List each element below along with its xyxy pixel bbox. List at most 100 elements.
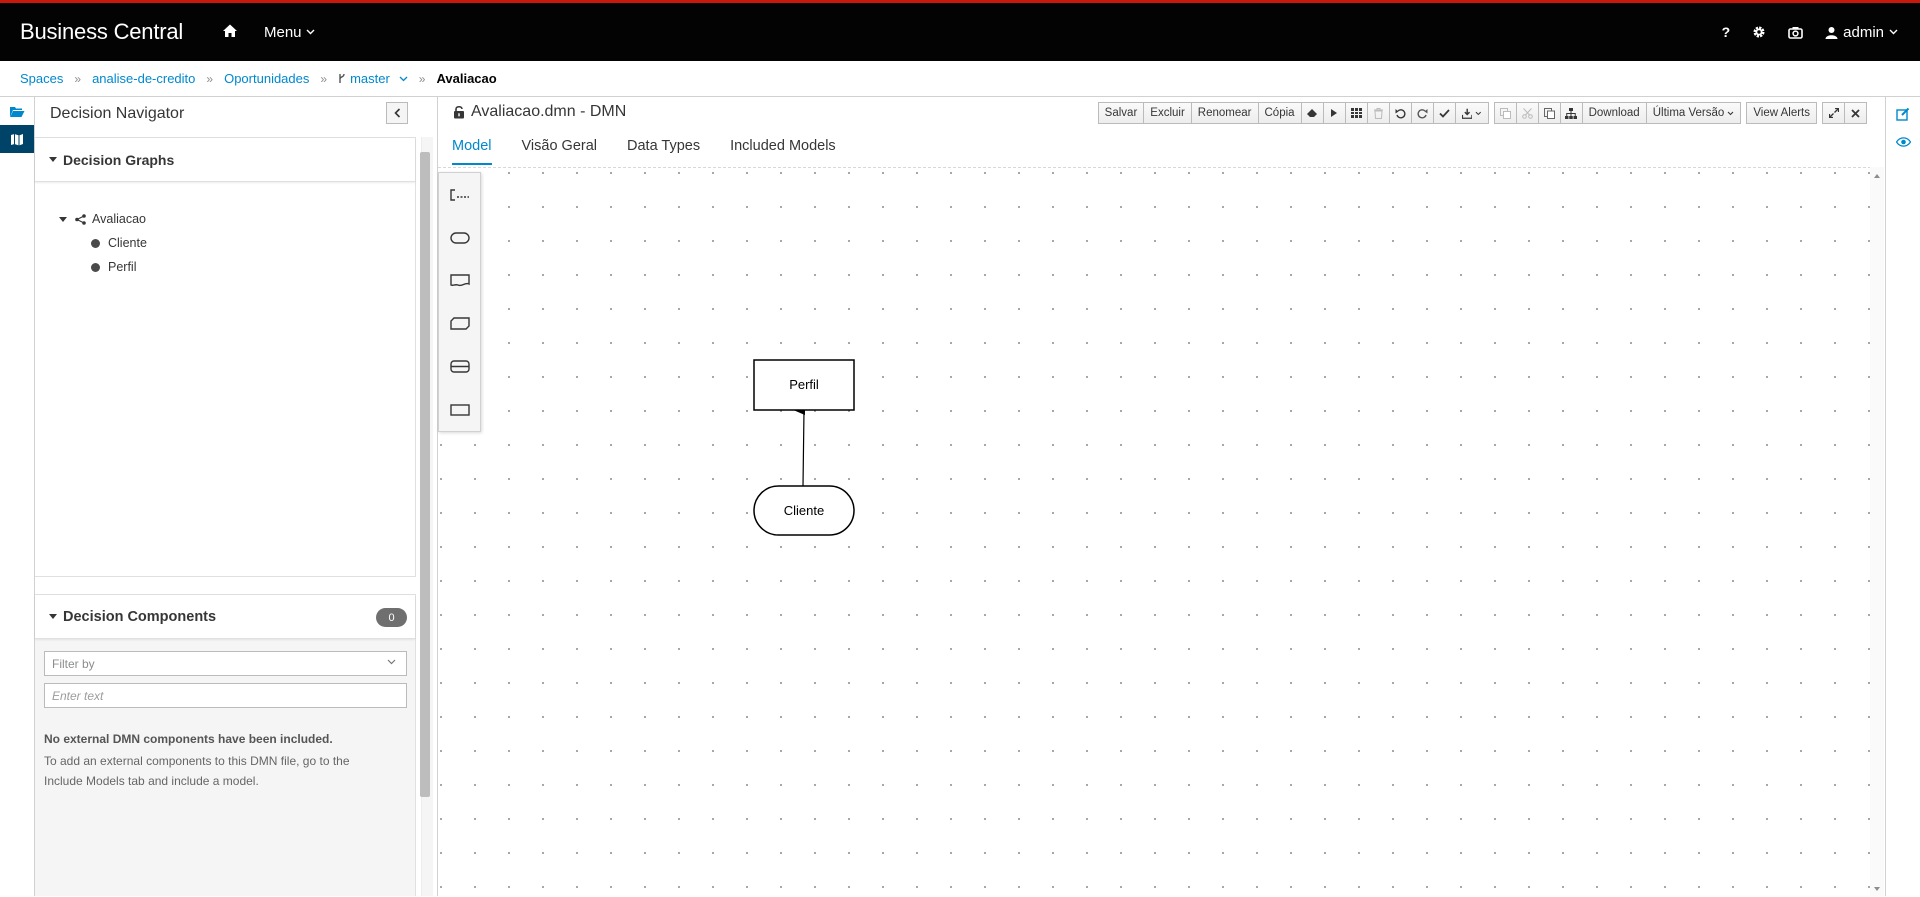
navigator-title: Decision Navigator	[50, 105, 185, 122]
paste-button[interactable]	[1537, 102, 1561, 124]
decision-navigator-button[interactable]	[0, 125, 34, 153]
share-graph-icon	[75, 213, 86, 225]
chevron-down-icon	[1475, 111, 1481, 115]
tree-item-label: Perfil	[108, 260, 137, 274]
eye-icon	[1895, 137, 1911, 147]
information-requirement-edge[interactable]	[793, 405, 806, 487]
latest-version-label: Última Versão	[1652, 107, 1725, 119]
help-icon[interactable]: ?	[1722, 24, 1731, 40]
project-explorer-button[interactable]	[0, 97, 34, 125]
tree-root-item[interactable]: Avaliacao	[59, 207, 415, 231]
diagram-canvas[interactable]: Perfil Cliente	[438, 167, 1871, 896]
chevron-down-icon	[387, 659, 396, 665]
breadcrumb: Spaces » analise-de-credito » Oportunida…	[0, 61, 1920, 97]
decision-node-label: Perfil	[789, 377, 819, 392]
user-menu[interactable]: admin	[1825, 24, 1898, 41]
decision-components-header[interactable]: Decision Components 0	[35, 595, 415, 639]
node-dot-icon	[91, 262, 100, 272]
editor-title: Avaliacao.dmn - DMN	[471, 103, 627, 120]
eraser-icon	[1307, 109, 1318, 117]
grid-toggle-button[interactable]	[1344, 102, 1368, 124]
decision-graphs-panel: Decision Graphs Avaliacao Cliente Perfil	[35, 137, 416, 577]
scroll-up-arrow-icon[interactable]	[1870, 171, 1884, 181]
palette-input-data[interactable]	[439, 216, 480, 259]
palette-text-annotation[interactable]	[439, 173, 480, 216]
breadcrumb-current: Avaliacao	[436, 71, 497, 86]
home-icon[interactable]	[222, 23, 240, 41]
properties-button[interactable]	[1886, 100, 1920, 128]
redo-button[interactable]	[1410, 102, 1434, 124]
menu-dropdown[interactable]: Menu	[264, 24, 315, 41]
palette-business-knowledge-model[interactable]	[439, 302, 480, 345]
breadcrumb-separator: »	[320, 71, 328, 86]
scroll-down-arrow-icon[interactable]	[1870, 884, 1884, 894]
clear-canvas-button[interactable]	[1300, 102, 1324, 124]
copy-selection-button[interactable]	[1493, 102, 1517, 124]
input-data-node-cliente[interactable]: Cliente	[753, 485, 855, 536]
components-count-badge: 0	[376, 608, 407, 627]
undo-button[interactable]	[1388, 102, 1412, 124]
scissors-icon	[1521, 107, 1533, 119]
branch-selector[interactable]: master	[338, 71, 408, 86]
delete-selection-button[interactable]	[1366, 102, 1390, 124]
filter-by-select[interactable]: Filter by	[44, 651, 407, 676]
palette-knowledge-source[interactable]	[439, 259, 480, 302]
search-input[interactable]: Enter text	[44, 683, 407, 708]
view-alerts-button[interactable]: View Alerts	[1746, 102, 1817, 124]
palette-decision-service[interactable]	[439, 345, 480, 388]
latest-version-dropdown[interactable]: Última Versão	[1645, 102, 1742, 124]
tree-item-perfil[interactable]: Perfil	[59, 255, 415, 279]
validate-run-button[interactable]	[1322, 102, 1346, 124]
camera-icon[interactable]	[1788, 26, 1803, 39]
folder-open-icon	[10, 106, 25, 117]
validate-button[interactable]	[1432, 102, 1456, 124]
tab-model[interactable]: Model	[452, 132, 492, 165]
canvas-scrollbar[interactable]	[1870, 167, 1884, 896]
gear-icon[interactable]	[1752, 25, 1766, 39]
brand-logo[interactable]: Business Central	[20, 19, 190, 45]
decision-components-title: Decision Components	[63, 608, 217, 625]
delete-button[interactable]: Excluir	[1143, 102, 1192, 124]
collapse-panel-button[interactable]	[386, 102, 408, 124]
breadcrumb-space[interactable]: analise-de-credito	[92, 71, 195, 86]
breadcrumb-spaces[interactable]: Spaces	[20, 71, 63, 86]
breadcrumb-project[interactable]: Oportunidades	[224, 71, 309, 86]
shape-palette	[438, 172, 481, 432]
undo-icon	[1395, 108, 1406, 119]
breadcrumb-separator: »	[74, 71, 82, 86]
maximize-button[interactable]	[1822, 102, 1845, 124]
knowledge-source-icon	[449, 273, 470, 286]
navigator-scroll-thumb[interactable]	[420, 152, 430, 797]
tree-item-cliente[interactable]: Cliente	[59, 231, 415, 255]
close-editor-button[interactable]	[1844, 102, 1867, 124]
preview-button[interactable]	[1886, 128, 1920, 156]
tab-data-types[interactable]: Data Types	[617, 132, 710, 165]
cut-button[interactable]	[1515, 102, 1539, 124]
rename-button[interactable]: Renomear	[1190, 102, 1259, 124]
download-button[interactable]: Download	[1581, 102, 1647, 124]
caret-down-icon[interactable]	[59, 216, 67, 222]
chevron-down-icon	[306, 29, 315, 35]
edit-icon	[1896, 107, 1910, 121]
left-rail	[0, 97, 35, 896]
decision-icon	[449, 403, 470, 416]
tab-overview[interactable]: Visão Geral	[522, 132, 608, 165]
lock-icon	[454, 105, 464, 119]
caret-down-icon	[49, 614, 57, 619]
tab-included-models[interactable]: Included Models	[720, 132, 846, 165]
dmn-editor: Avaliacao.dmn - DMN Salvar Excluir Renom…	[437, 97, 1884, 896]
decision-graph-tree: Avaliacao Cliente Perfil	[35, 182, 415, 279]
decision-node-perfil[interactable]: Perfil	[753, 359, 855, 411]
diagram-layout-button[interactable]	[1559, 102, 1583, 124]
user-icon	[1825, 26, 1838, 39]
expand-icon	[1828, 108, 1839, 118]
decision-graphs-header[interactable]: Decision Graphs	[35, 138, 415, 182]
close-icon	[1851, 108, 1860, 118]
right-rail	[1885, 97, 1920, 896]
editor-title-bar: Avaliacao.dmn - DMN	[453, 103, 626, 121]
dmn-diagram: Perfil Cliente	[753, 359, 855, 536]
save-button[interactable]: Salvar	[1097, 102, 1145, 124]
export-dropdown[interactable]	[1454, 102, 1489, 124]
palette-decision[interactable]	[439, 388, 480, 431]
copy-button[interactable]: Cópia	[1257, 102, 1302, 124]
